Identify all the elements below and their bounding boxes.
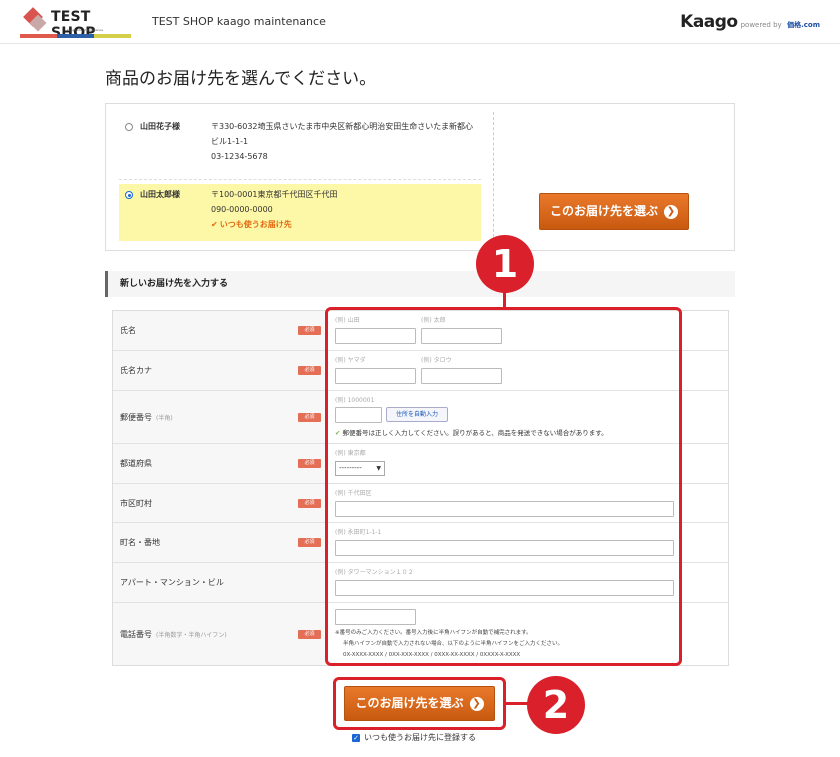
required-badge: 必須 <box>298 459 321 468</box>
required-badge: 必須 <box>298 538 321 547</box>
saved-address-item-selected[interactable]: 山田太郎様 〒100-0001東京都千代田区千代田 090-0000-0000 … <box>119 184 481 241</box>
required-badge: 必須 <box>298 366 321 375</box>
callout-box-1 <box>325 307 682 666</box>
address-line: 〒100-0001東京都千代田区千代田 <box>211 190 338 199</box>
address-info: 〒330-6032埼玉県さいたま市中央区新都心明治安田生命さいたま新都心 ビル1… <box>211 119 481 164</box>
logo-subtext: kaago site maintenance <box>67 28 104 32</box>
shop-logo[interactable]: TEST SHOP kaago site maintenance <box>20 7 131 41</box>
field-label: 市区町村 <box>120 499 152 508</box>
logo-mark-icon <box>22 7 47 34</box>
callout-badge-2: 2 <box>527 676 585 734</box>
field-label: 都道府県 <box>120 459 152 468</box>
field-label: 町名・番地 <box>120 538 160 547</box>
address-phone: 090-0000-0000 <box>211 205 273 214</box>
field-label: 氏名カナ <box>120 366 152 375</box>
address-radio[interactable] <box>125 123 133 131</box>
required-badge: 必須 <box>298 499 321 508</box>
callout-badge-1: 1 <box>476 235 534 293</box>
callout-connector-2 <box>505 702 528 705</box>
remember-address-checkbox[interactable]: ✓ いつも使うお届け先に登録する <box>352 732 476 743</box>
required-badge: 必須 <box>298 326 321 335</box>
address-line: ビル1-1-1 <box>211 137 249 146</box>
check-icon: ✔ <box>211 220 218 229</box>
header-title: TEST SHOP kaago maintenance <box>152 15 326 28</box>
address-radio-selected[interactable] <box>125 191 133 199</box>
address-line: 〒330-6032埼玉県さいたま市中央区新都心明治安田生命さいたま新都心 <box>211 122 474 131</box>
recipient-name: 山田太郎様 <box>140 190 180 199</box>
checkbox-checked-icon[interactable]: ✓ <box>352 733 360 742</box>
saved-address-item[interactable]: 山田花子様 〒330-6032埼玉県さいたま市中央区新都心明治安田生命さいたま新… <box>119 116 481 176</box>
address-phone: 03-1234-5678 <box>211 152 268 161</box>
new-address-heading: 新しいお届け先を入力する <box>105 271 735 297</box>
default-address-badge: ✔ いつも使うお届け先 <box>211 220 292 229</box>
saved-address-list: 山田花子様 〒330-6032埼玉県さいたま市中央区新都心明治安田生命さいたま新… <box>105 103 735 251</box>
kaago-logo: Kaago powered by 価格.com <box>680 12 820 32</box>
page-title: 商品のお届け先を選んでください。 <box>105 69 377 89</box>
required-badge: 必須 <box>298 413 321 422</box>
address-info: 〒100-0001東京都千代田区千代田 090-0000-0000 ✔ いつも使う… <box>211 187 481 232</box>
callout-box-2 <box>333 677 506 730</box>
site-header: TEST SHOP kaago site maintenance TEST SH… <box>0 0 840 44</box>
recipient-name: 山田花子様 <box>140 122 180 131</box>
field-label: 郵便番号 (半角) <box>120 413 173 422</box>
required-badge: 必須 <box>298 630 321 639</box>
field-label: アパート・マンション・ビル <box>120 578 224 587</box>
field-label: 氏名 <box>120 326 136 335</box>
select-saved-address-button[interactable]: このお届け先を選ぶ ❯ <box>539 193 689 230</box>
field-label: 電話番号 (半角数字・半角ハイフン) <box>120 630 227 639</box>
callout-connector-1 <box>503 292 506 308</box>
chevron-right-icon: ❯ <box>664 204 678 219</box>
